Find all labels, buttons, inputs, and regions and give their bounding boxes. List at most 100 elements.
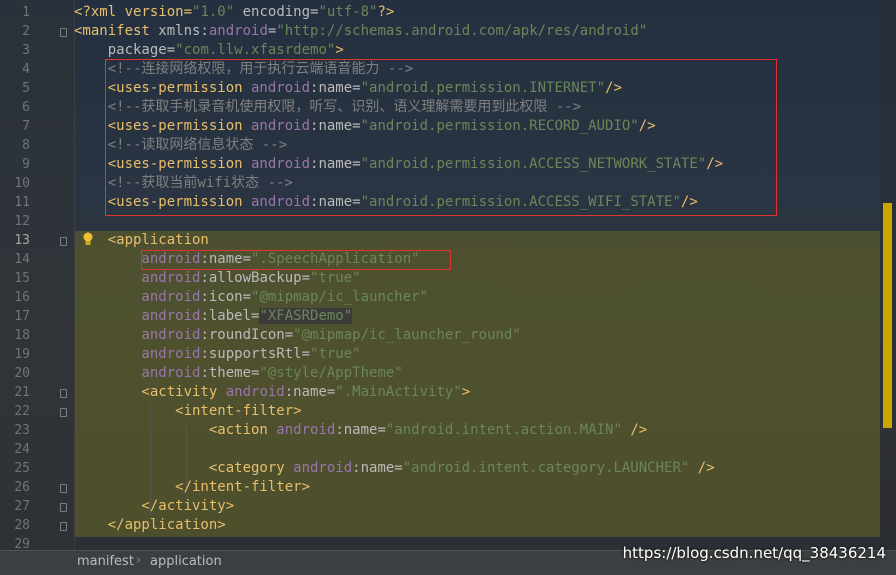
attr-value: "@style/AppTheme" [259,365,403,381]
code-line-3[interactable]: package="com.llw.xfasrdemo"> [74,41,344,60]
attr-name: encoding= [234,4,319,20]
attr-name: :name= [335,422,386,438]
breadcrumb-item-application[interactable]: application [150,554,222,569]
line-number: 14 [14,252,30,267]
fold-marker-icon[interactable] [60,484,67,493]
line-number: 9 [22,157,30,172]
fold-marker-icon[interactable] [60,522,67,531]
xml-decl-end: ?> [377,4,395,20]
attr-value: "android.intent.action.MAIN" [385,422,622,438]
tag: <intent-filter> [74,403,302,419]
code-line-26[interactable]: </intent-filter> [74,478,310,497]
breadcrumb-separator-icon: › [136,553,142,568]
code-line-22[interactable]: <intent-filter> [74,402,302,421]
fold-marker-icon[interactable] [60,389,67,398]
line-number: 6 [22,100,30,115]
line-number: 22 [14,404,30,419]
permissions-highlight-box [105,59,777,216]
line-number-current: 13 [14,233,30,248]
tag-close: /> [621,422,648,438]
xml-decl: <?xml version= [74,4,193,20]
code-line-19[interactable]: android:supportsRtl="true" [74,345,360,364]
line-number: 2 [22,24,30,39]
attr-value: "1.0" [192,4,235,20]
line-number: 15 [14,271,30,286]
tag: <category [74,460,285,476]
tag: </application> [74,517,226,533]
code-line-25[interactable]: <category android:name="android.intent.c… [74,459,715,478]
code-line-1[interactable]: <?xml version="1.0" encoding="utf-8"?> [74,3,394,22]
code-line-20[interactable]: android:theme="@style/AppTheme" [74,364,403,383]
tag: <activity [74,384,218,400]
attr-name: xmlns: [149,23,209,39]
fold-marker-icon[interactable] [60,503,67,512]
line-number: 3 [22,43,30,58]
tag-close: > [461,384,471,400]
vertical-scrollbar[interactable] [880,0,896,550]
line-number-gutter[interactable]: 1 2 3 4 5 6 7 8 9 10 11 12 13 14 15 16 1… [0,0,75,550]
attr-value: "true" [310,270,361,286]
line-number: 25 [14,461,30,476]
line-number: 1 [22,5,30,20]
namespace: android [267,422,336,438]
line-number: 26 [14,480,30,495]
namespace: android [74,289,201,305]
line-number: 10 [14,176,30,191]
line-number: 19 [14,347,30,362]
code-line-21[interactable]: <activity android:name=".MainActivity"> [74,383,470,402]
line-number: 5 [22,81,30,96]
namespace: android [74,365,201,381]
line-number: 24 [14,442,30,457]
line-number: 20 [14,366,30,381]
code-line-16[interactable]: android:icon="@mipmap/ic_launcher" [74,288,428,307]
attr-value: ".MainActivity" [335,384,462,400]
attr-value: "XFASRDemo" [259,308,353,324]
line-number: 11 [14,195,30,210]
line-number: 4 [22,62,30,77]
tag: <manifest [74,23,150,39]
namespace: android [74,327,201,343]
namespace: android [217,384,285,400]
code-line-15[interactable]: android:allowBackup="true" [74,269,361,288]
code-line-18[interactable]: android:roundIcon="@mipmap/ic_launcher_r… [74,326,521,345]
namespace: android [208,23,268,39]
line-number: 18 [14,328,30,343]
application-name-highlight-box [141,250,451,270]
attr-value: "@mipmap/ic_launcher" [251,289,429,305]
breadcrumb-item-manifest[interactable]: manifest [77,554,134,569]
scrollbar-highlight-marker[interactable] [883,203,892,428]
line-number: 7 [22,119,30,134]
code-line-23[interactable]: <action android:name="android.intent.act… [74,421,647,440]
code-line-2[interactable]: <manifest xmlns:android="http://schemas.… [74,22,647,41]
code-line-27[interactable]: </activity> [74,497,234,516]
line-number: 29 [14,537,30,550]
attr-name: :name= [284,384,336,400]
watermark-text: https://blog.csdn.net/qq_38436214 [622,544,886,562]
line-number: 8 [22,138,30,153]
attr-value: "@mipmap/ic_launcher_round" [293,327,521,343]
attr-name: :supportsRtl= [200,346,311,362]
attr-value: "utf-8" [318,4,378,20]
tag: <application [74,232,209,248]
fold-marker-icon[interactable] [60,408,67,417]
namespace: android [74,270,201,286]
attr-name: package [74,42,167,58]
attr-name: :name= [352,460,403,476]
code-line-28[interactable]: </application> [74,516,226,535]
attr-value: "android.intent.category.LAUNCHER" [402,460,690,476]
code-line-13[interactable]: <application [74,231,209,250]
code-line-17[interactable]: android:label="XFASRDemo" [74,307,353,326]
tag-close: /> [689,460,715,476]
namespace: android [284,460,353,476]
fold-marker-icon[interactable] [60,237,67,246]
line-number: 16 [14,290,30,305]
code-editor[interactable]: 1 2 3 4 5 6 7 8 9 10 11 12 13 14 15 16 1… [0,0,896,550]
attr-name: :icon= [200,289,252,305]
line-number: 12 [14,214,30,229]
attr-name: :label= [200,308,260,324]
tag-close: > [335,42,344,58]
tag: </activity> [74,498,235,514]
attr-name: :theme= [200,365,260,381]
fold-marker-icon[interactable] [60,28,67,37]
attr-name: :roundIcon= [200,327,294,343]
